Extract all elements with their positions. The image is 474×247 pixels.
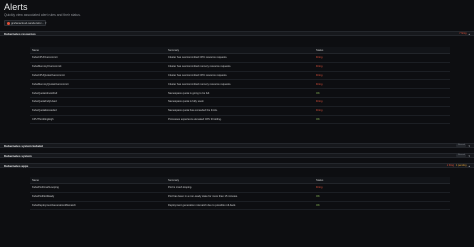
group-status-badge: 7 firing <box>459 32 467 35</box>
alert-group-kubernetes-system: Kubernetes system Normal ▾ <box>0 153 474 158</box>
alert-summary: Cluster has overcommitted CPU resource r… <box>166 53 314 63</box>
alert-summary: Cluster has overcommitted CPU resource r… <box>166 71 314 81</box>
group-header[interactable]: Kubernetes system Normal ▾ <box>0 153 474 158</box>
group-title: Kubernetes resources <box>4 31 36 36</box>
alert-status: Firing <box>314 97 450 107</box>
alert-status: Firing <box>314 71 450 81</box>
group-title: Kubernetes system kubelet <box>4 143 44 148</box>
group-header[interactable]: Kubernetes resources 7 firing ▴ <box>0 31 474 36</box>
page-subtitle: Quickly view associated alert rules and … <box>4 13 81 17</box>
datasource-picker-label: grafanacloud-sandersinc... <box>11 21 44 25</box>
alert-name: CPUThrottlingHigh <box>30 115 166 125</box>
alert-name: KubeCPUQuotaOvercommit <box>30 71 166 81</box>
table-row[interactable]: KubePodCrashLooping Pod is crash looping.… <box>30 183 450 193</box>
table-row[interactable]: KubePodNotReady Pod has been in a non-rea… <box>30 192 450 202</box>
table-row[interactable]: KubeMemoryQuotaOvercommit Cluster has ove… <box>30 79 450 90</box>
table-row[interactable]: KubeMemoryOvercommit Cluster has overcomm… <box>30 62 450 72</box>
table-row[interactable]: KubeDeploymentGenerationMismatch Deployme… <box>30 201 450 211</box>
alert-group-kubernetes-system-kubelet: Kubernetes system kubelet Normal ▾ <box>0 143 474 148</box>
chevron-down-icon[interactable]: ▾ <box>468 154 470 158</box>
table-row[interactable]: CPUThrottlingHigh Processes experience el… <box>30 115 450 125</box>
table-row[interactable]: KubeQuotaExceeded Namespace quota has exc… <box>30 106 450 116</box>
alert-summary: Deployment generation mismatch due to po… <box>166 201 314 211</box>
alert-summary: Pod has been in a non-ready state for mo… <box>166 192 314 202</box>
alert-group-kubernetes-apps: Kubernetes apps 1 firing 1 pending ▴ <box>0 163 474 168</box>
grafana-logo-icon <box>7 21 10 25</box>
page-title: Alerts <box>4 2 28 12</box>
alert-name: KubeQuotaFullyUsed <box>30 97 166 107</box>
alert-status: OK <box>314 192 450 202</box>
group-pending-badge: 1 pending <box>455 164 467 167</box>
alerts-table-kubernetes-resources: Name Summary Status KubeCPUOvercommit Clu… <box>30 47 450 125</box>
table-row[interactable]: KubeQuotaFullyUsed Namespace quota is ful… <box>30 97 450 107</box>
alert-group-kubernetes-resources: Kubernetes resources 7 firing ▴ <box>0 31 474 36</box>
alert-name: KubeCPUOvercommit <box>30 53 166 63</box>
alert-summary: Namespace quota is going to be full. <box>166 88 314 98</box>
table-row[interactable]: KubeCPUOvercommit Cluster has overcommitt… <box>30 53 450 63</box>
chevron-down-icon[interactable]: ▾ <box>468 144 470 148</box>
alert-name: KubeQuotaExceeded <box>30 106 166 116</box>
alert-status: Firing <box>314 183 450 193</box>
group-title: Kubernetes apps <box>4 163 29 168</box>
alert-summary: Processes experience elevated CPU thrott… <box>166 115 314 125</box>
alert-status: OK <box>314 115 450 125</box>
alert-name: KubePodCrashLooping <box>30 183 166 193</box>
group-firing-badge: 1 firing <box>446 164 454 167</box>
alert-name: KubeMemoryQuotaOvercommit <box>30 79 166 90</box>
alert-name: KubeQuotaAlmostFull <box>30 88 166 98</box>
table-row[interactable]: KubeQuotaAlmostFull Namespace quota is go… <box>30 88 450 98</box>
alert-status: OK <box>314 201 450 211</box>
group-status-badge: Normal <box>456 144 467 147</box>
alerts-table-kubernetes-apps: Name Summary Status KubePodCrashLooping P… <box>30 177 450 211</box>
group-header[interactable]: Kubernetes apps 1 firing 1 pending ▴ <box>0 163 474 168</box>
group-status-badge: Normal <box>456 154 467 157</box>
group-title: Kubernetes system <box>4 153 32 158</box>
alert-summary: Cluster has overcommitted memory resourc… <box>166 79 314 90</box>
alert-status: Firing <box>314 106 450 116</box>
alert-status: Firing <box>314 79 450 90</box>
alert-status: OK <box>314 88 450 98</box>
chevron-up-icon[interactable]: ▴ <box>468 32 470 36</box>
alert-summary: Namespace quota is fully used. <box>166 97 314 107</box>
alert-status: Firing <box>314 62 450 72</box>
datasource-picker[interactable]: grafanacloud-sandersinc... ▾ <box>4 20 46 26</box>
alert-summary: Namespace quota has exceeded the limits. <box>166 106 314 116</box>
alert-summary: Cluster has overcommitted memory resourc… <box>166 62 314 72</box>
group-header[interactable]: Kubernetes system kubelet Normal ▾ <box>0 143 474 148</box>
alert-name: KubeDeploymentGenerationMismatch <box>30 201 166 211</box>
chevron-up-icon[interactable]: ▴ <box>468 164 470 168</box>
chevron-down-icon: ▾ <box>44 21 47 25</box>
alert-name: KubeMemoryOvercommit <box>30 62 166 72</box>
alert-summary: Pod is crash looping. <box>166 183 314 193</box>
table-row[interactable]: KubeCPUQuotaOvercommit Cluster has overco… <box>30 71 450 81</box>
alert-status: Firing <box>314 53 450 63</box>
alert-name: KubePodNotReady <box>30 192 166 202</box>
